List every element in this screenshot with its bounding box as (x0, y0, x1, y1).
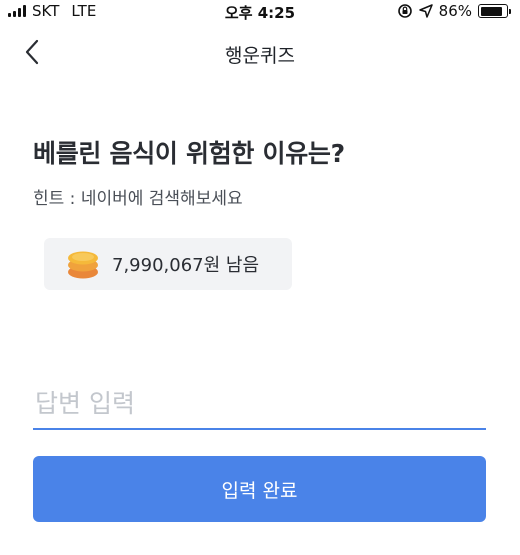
rotation-lock-icon (397, 4, 412, 18)
reward-remaining-text: 7,990,067원 남음 (112, 255, 260, 276)
status-left: SKT LTE (8, 2, 96, 20)
quiz-question: 베를린 음식이 위험한 이유는? (33, 139, 345, 168)
status-right: 86% (397, 2, 511, 20)
status-bar: SKT LTE 오후 4:25 86% (0, 0, 520, 24)
location-arrow-icon (418, 4, 433, 18)
reward-remaining-badge: 7,990,067원 남음 (44, 238, 292, 290)
carrier-label: SKT (32, 2, 60, 20)
battery-icon (478, 4, 511, 18)
nav-header: 행운퀴즈 (0, 30, 520, 74)
coin-stack-icon (68, 251, 98, 279)
quiz-hint: 힌트 : 네이버에 검색해보세요 (33, 189, 243, 209)
page-title: 행운퀴즈 (225, 45, 295, 67)
signal-icon (8, 5, 26, 17)
battery-fill (480, 6, 502, 16)
answer-input[interactable] (33, 378, 486, 430)
network-label: LTE (71, 2, 97, 20)
submit-button[interactable]: 입력 완료 (33, 456, 486, 522)
battery-percent: 86% (438, 2, 472, 20)
